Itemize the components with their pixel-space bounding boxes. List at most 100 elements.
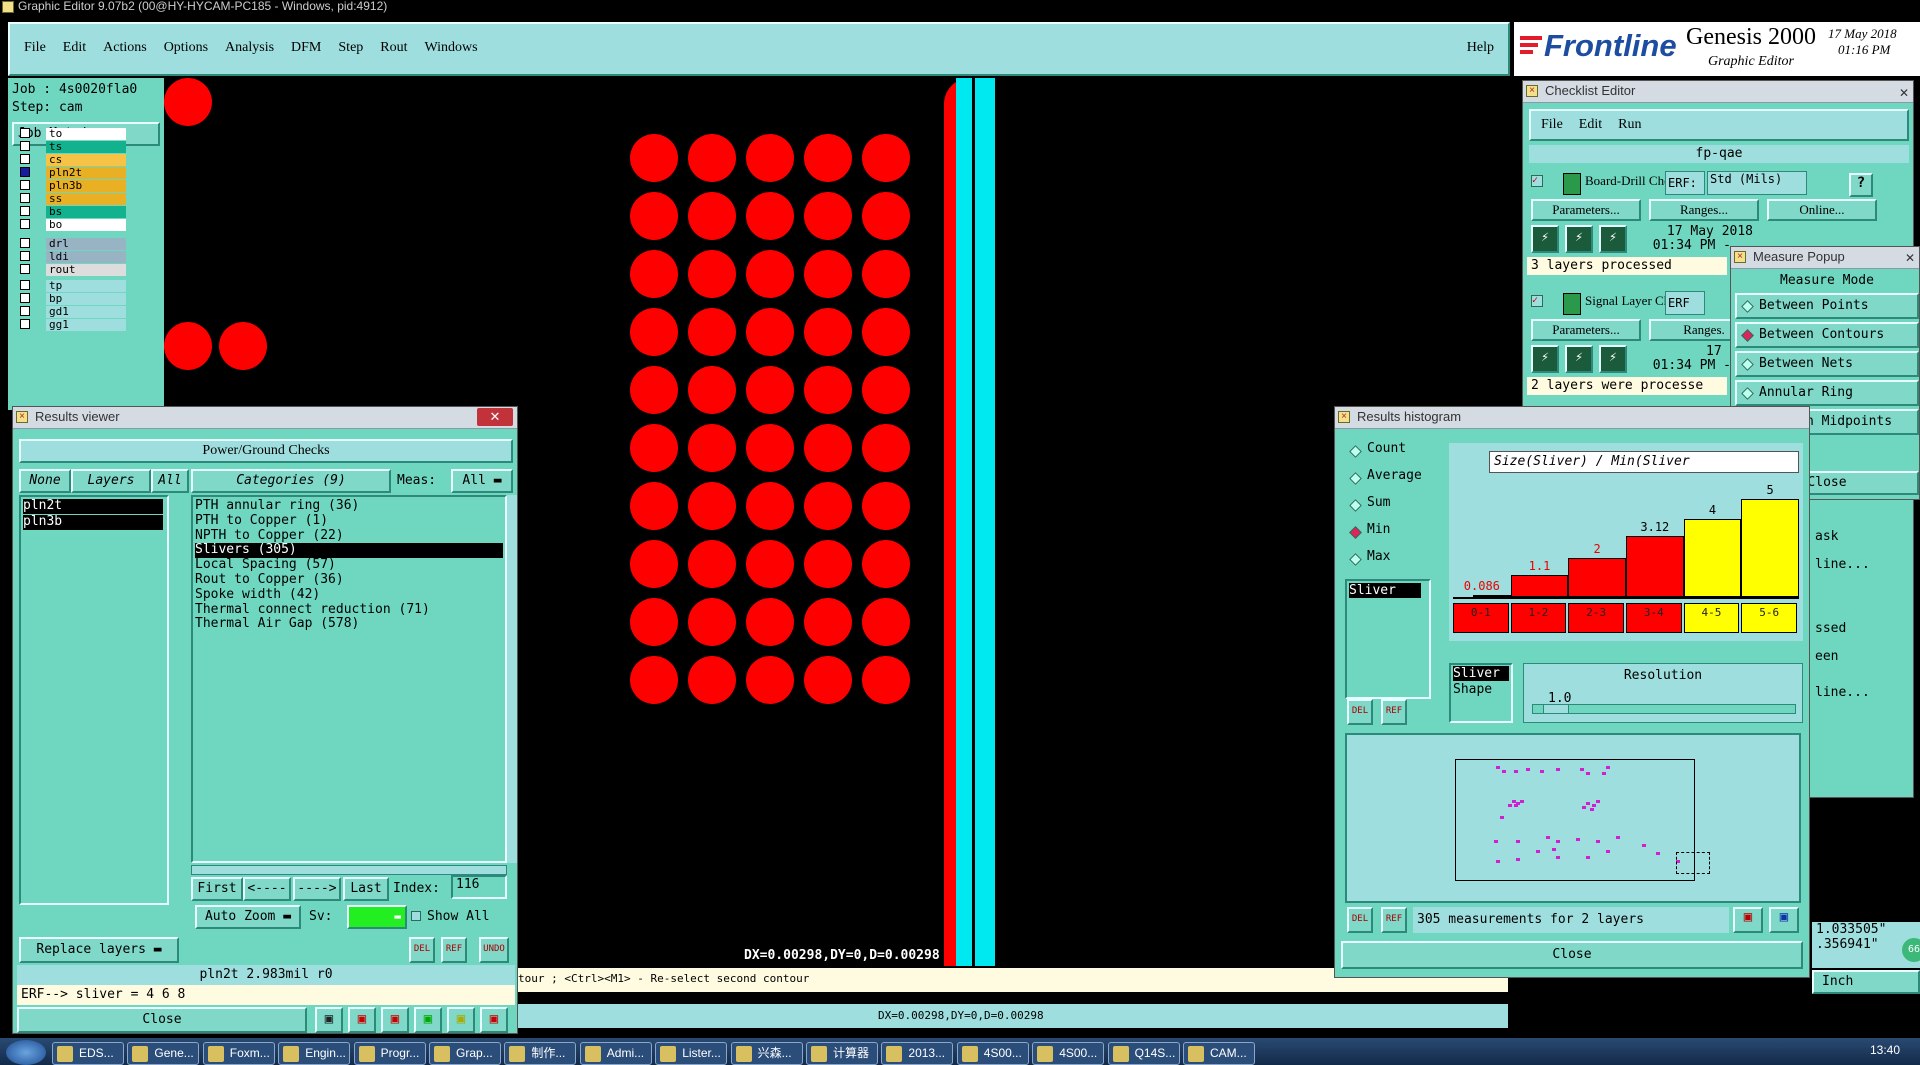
layer-checkbox[interactable] [20,193,30,203]
category-item[interactable]: Local Spacing (57) [195,557,503,573]
run-icon[interactable]: ⚡ [1531,225,1559,253]
checklist-close-icon[interactable]: ✕ [1899,83,1909,103]
check-checkbox[interactable]: ✓ [1531,295,1543,307]
hist-category[interactable]: 5-6 [1741,603,1797,633]
layer-checkbox[interactable] [20,128,30,138]
prev-button[interactable]: <---- [243,877,291,901]
taskbar-item[interactable]: Grap... [429,1042,501,1065]
cat-scrollbar[interactable] [507,495,517,863]
close-icon[interactable]: ✕ [477,408,513,426]
menu-file[interactable]: File [24,40,46,55]
layer-checkbox[interactable] [20,251,30,261]
check-ranges-button[interactable]: Ranges... [1649,199,1759,221]
hist-list-item[interactable]: Sliver [1349,583,1421,598]
menu-rout[interactable]: Rout [380,40,407,55]
taskbar-item[interactable]: 2013... [881,1042,954,1065]
layer-checkbox[interactable] [20,293,30,303]
resolution-slider-thumb[interactable] [1543,704,1569,714]
run-icon[interactable]: ⚡ [1565,345,1593,373]
check-params-button[interactable]: Parameters... [1531,199,1641,221]
check-online-button[interactable]: Online... [1767,199,1877,221]
layer-checkbox[interactable] [20,280,30,290]
category-item[interactable]: PTH to Copper (1) [195,513,503,529]
meas-select[interactable]: All ▬ [451,469,513,493]
layer-checkbox[interactable] [20,180,30,190]
category-list[interactable]: PTH annular ring (36) PTH to Copper (1) NP… [191,495,507,863]
check-erf-value[interactable]: Std (Mils) [1707,171,1807,195]
layer-checkbox[interactable] [20,154,30,164]
checklist-menu-edit[interactable]: Edit [1579,117,1602,132]
hist-sel-list[interactable]: Sliver Shape [1449,663,1513,723]
category-item[interactable]: Rout to Copper (36) [195,572,503,588]
result-layer-item[interactable]: pln3b [23,514,163,530]
layer-checkbox[interactable] [20,238,30,248]
hist-category[interactable]: 1-2 [1510,603,1567,633]
layer-checkbox[interactable] [20,306,30,316]
measure-option-annular-ring[interactable]: Annular Ring [1735,380,1919,406]
notes-icon[interactable]: ▣ [447,1007,475,1033]
menu-edit[interactable]: Edit [63,40,86,55]
run-icon[interactable]: ⚡ [1565,225,1593,253]
ref-button[interactable]: REF [441,937,467,963]
hist-option-max[interactable]: Max [1367,549,1390,564]
check-checkbox[interactable]: ✓ [1531,175,1543,187]
hist-close-button[interactable]: Close [1341,941,1803,969]
hist-list[interactable]: Sliver [1345,579,1431,699]
hist-radio[interactable] [1349,526,1362,539]
checklist-menu-run[interactable]: Run [1618,117,1641,132]
hist-radio[interactable] [1349,499,1362,512]
calc-icon[interactable]: ▣ [315,1007,343,1033]
checklist-menu-file[interactable]: File [1541,117,1563,132]
hist-radio[interactable] [1349,445,1362,458]
menu-step[interactable]: Step [338,40,363,55]
taskbar-item[interactable]: CAM... [1183,1042,1255,1065]
category-item[interactable]: Thermal connect reduction (71) [195,602,503,618]
auto-zoom-select[interactable]: Auto Zoom ▬ [195,905,301,929]
stop-icon[interactable]: ▣ [348,1007,376,1033]
measure-close-icon[interactable]: ✕ [1905,248,1915,268]
taskbar-item[interactable]: Q14S... [1107,1042,1180,1065]
menu-help[interactable]: Help [1467,40,1494,56]
menu-windows[interactable]: Windows [425,40,478,55]
last-button[interactable]: Last [343,877,389,901]
menu-actions[interactable]: Actions [103,40,147,55]
resolution-slider[interactable] [1532,704,1796,714]
hist-sel-item[interactable]: Shape [1453,682,1509,697]
hist-del-button[interactable]: DEL [1347,699,1373,725]
sv-color-select[interactable]: ▬ [347,905,407,929]
category-item[interactable]: Thermal Air Gap (578) [195,617,503,632]
zoom-frame[interactable] [1676,852,1710,874]
first-button[interactable]: First [191,877,243,901]
hist-zoom-icon[interactable]: ▣ [1769,907,1799,933]
start-button[interactable] [6,1040,46,1065]
measure-option-between-nets[interactable]: Between Nets [1735,351,1919,377]
menu-dfm[interactable]: DFM [291,40,321,55]
del-button[interactable]: DEL [409,937,435,963]
taskbar-item[interactable]: 计算器 [806,1042,878,1065]
measure-option-between-points[interactable]: Between Points [1735,293,1919,319]
layer-result-list[interactable]: pln2t pln3b [19,495,169,905]
menu-analysis[interactable]: Analysis [225,40,274,55]
hist-category[interactable]: 3-4 [1626,603,1682,633]
taskbar-item[interactable]: Lister... [655,1042,728,1065]
hist-sel-item[interactable]: Sliver [1453,666,1509,681]
category-item[interactable]: NPTH to Copper (22) [195,528,503,544]
replace-layers-select[interactable]: Replace layers ▬ [19,937,179,963]
layer-checkbox[interactable] [20,264,30,274]
taskbar-item[interactable]: 4S00... [956,1042,1029,1065]
check-icon[interactable]: ▣ [414,1007,442,1033]
taskbar-item[interactable]: 制作... [504,1042,577,1065]
hist-option-average[interactable]: Average [1367,468,1422,483]
chart-icon[interactable]: ▣ [480,1007,508,1033]
taskbar-item[interactable]: Admi... [579,1042,652,1065]
units-button[interactable]: Inch [1812,970,1920,994]
hist-radio[interactable] [1349,472,1362,485]
layer-checkbox[interactable] [20,219,30,229]
hist-category[interactable]: 2-3 [1568,603,1624,633]
hist-ref-button-2[interactable]: REF [1381,907,1407,933]
layer-checkbox[interactable] [20,319,30,329]
taskbar-item[interactable]: Foxm... [202,1042,275,1065]
hist-option-sum[interactable]: Sum [1367,495,1390,510]
show-all-checkbox[interactable] [411,911,421,921]
check-params-button[interactable]: Parameters... [1531,319,1641,341]
